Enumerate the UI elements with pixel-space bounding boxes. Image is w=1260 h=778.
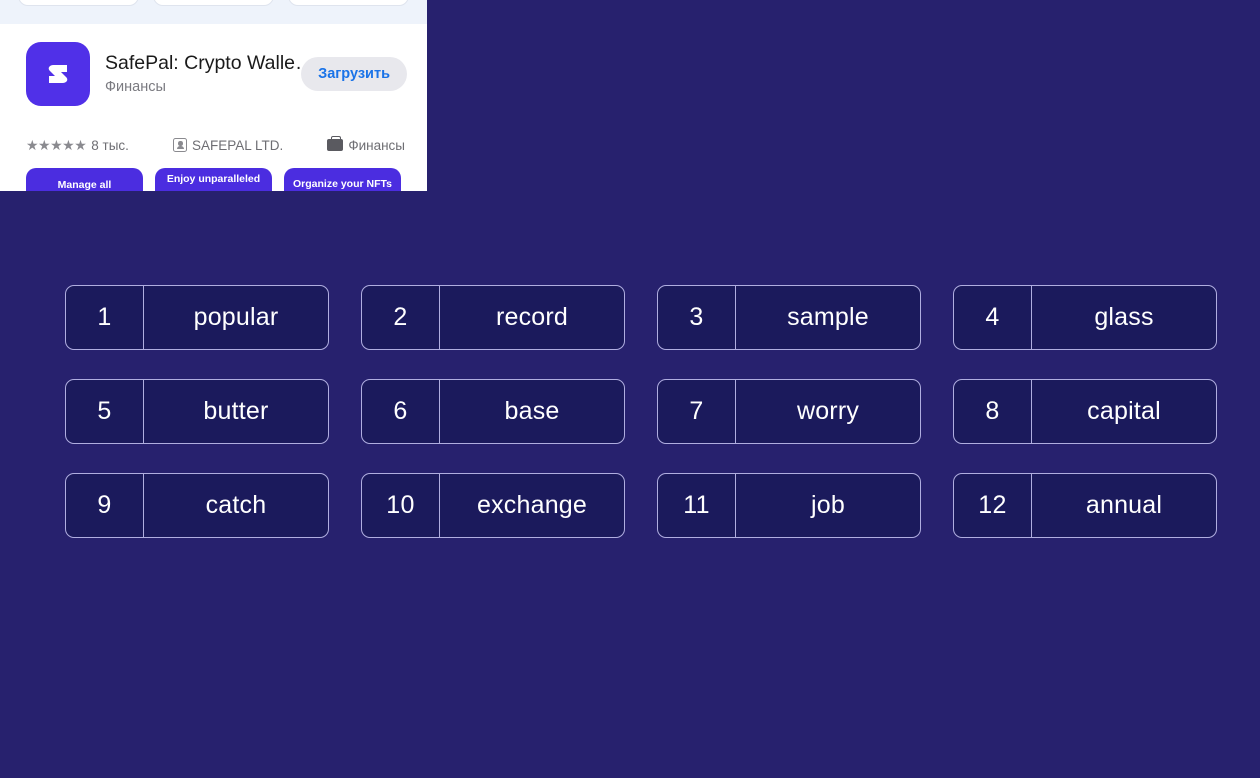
seed-word-tile[interactable]: 6 base (361, 379, 625, 444)
seed-word-number: 11 (658, 474, 736, 537)
seed-word-text: sample (787, 303, 869, 331)
seed-word-number: 5 (66, 380, 144, 443)
app-meta: SafePal: Crypto Walle… Финансы (90, 51, 301, 98)
seed-word-number: 10 (362, 474, 440, 537)
promo-card[interactable]: Organize your NFTs (284, 168, 401, 191)
app-title: SafePal: Crypto Walle… (105, 51, 302, 74)
seed-word-number: 6 (362, 380, 440, 443)
app-developer: SAFEPAL LTD. (129, 138, 327, 153)
id-badge-icon (172, 138, 187, 152)
seed-word-tile[interactable]: 3 sample (657, 285, 921, 350)
seed-word-tile[interactable]: 1 popular (65, 285, 329, 350)
app-info-row: ★★★★★ 8 тыс. SAFEPAL LTD. Финансы (0, 132, 427, 158)
seed-word-text: butter (203, 397, 269, 425)
seed-word-text: record (495, 303, 569, 331)
seed-word-text: base (504, 397, 560, 425)
seed-word-text: glass (1094, 303, 1154, 331)
app-promo-cards: Manage all Enjoy unparalleled Organize y… (0, 168, 427, 191)
app-category-chip: Финансы (327, 135, 405, 153)
seed-phrase-grid: 1 popular 2 record 3 sample 4 glass 5 bu… (65, 285, 1217, 538)
seed-word-tile[interactable]: 8 capital (953, 379, 1217, 444)
download-button[interactable]: Загрузить (301, 57, 407, 91)
app-screenshot-thumb[interactable] (288, 0, 409, 6)
seed-word-text: capital (1087, 397, 1161, 425)
app-rating: ★★★★★ 8 тыс. (26, 137, 129, 154)
app-screenshot-thumb[interactable] (18, 0, 139, 6)
app-screenshot-strip[interactable] (0, 0, 427, 24)
seed-word-number: 1 (66, 286, 144, 349)
category-name: Финансы (348, 137, 405, 153)
seed-word-tile[interactable]: 2 record (361, 285, 625, 350)
promo-card[interactable]: Enjoy unparalleled (155, 168, 272, 191)
seed-word-number: 2 (362, 286, 440, 349)
developer-name: SAFEPAL LTD. (191, 137, 284, 153)
seed-word-text: catch (205, 491, 267, 519)
seed-word-tile[interactable]: 11 job (657, 473, 921, 538)
seed-word-number: 8 (954, 380, 1032, 443)
star-rating-icon: ★★★★★ (26, 136, 87, 153)
app-screenshot-thumb[interactable] (153, 0, 274, 6)
seed-word-number: 3 (658, 286, 736, 349)
app-store-overlay[interactable]: SafePal: Crypto Walle… Финансы Загрузить… (0, 0, 427, 191)
seed-word-text: exchange (476, 491, 588, 519)
seed-word-number: 7 (658, 380, 736, 443)
seed-word-text: worry (796, 397, 860, 425)
seed-word-tile[interactable]: 7 worry (657, 379, 921, 444)
seed-word-tile[interactable]: 9 catch (65, 473, 329, 538)
seed-word-text: annual (1085, 491, 1163, 519)
rating-count: 8 тыс. (91, 137, 129, 153)
seed-word-text: job (811, 491, 845, 519)
briefcase-icon (327, 135, 344, 151)
seed-word-number: 4 (954, 286, 1032, 349)
seed-word-number: 12 (954, 474, 1032, 537)
app-category: Финансы (105, 79, 166, 96)
promo-card[interactable]: Manage all (26, 168, 143, 191)
app-listing-row[interactable]: SafePal: Crypto Walle… Финансы Загрузить (0, 28, 427, 120)
seed-word-tile[interactable]: 4 glass (953, 285, 1217, 350)
seed-phrase-tiles: 1 popular 2 record 3 sample 4 glass 5 bu… (65, 285, 1217, 538)
seed-word-tile[interactable]: 5 butter (65, 379, 329, 444)
seed-word-number: 9 (66, 474, 144, 537)
seed-word-tile[interactable]: 10 exchange (361, 473, 625, 538)
seed-word-tile[interactable]: 12 annual (953, 473, 1217, 538)
safepal-app-icon (26, 42, 90, 106)
seed-word-text: popular (193, 303, 279, 331)
